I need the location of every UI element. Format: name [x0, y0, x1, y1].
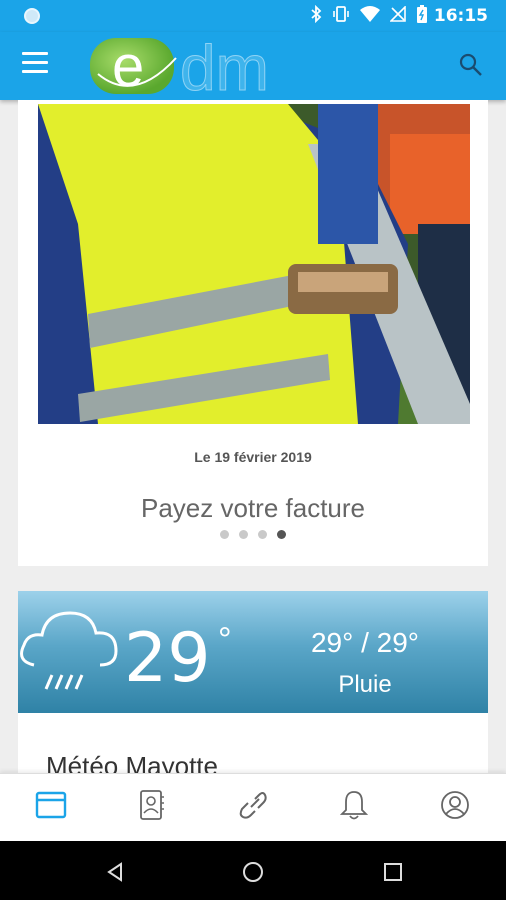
content-scroll[interactable]: Le 19 février 2019 Payez votre facture 2…: [0, 100, 506, 773]
bluetooth-icon: [310, 4, 322, 29]
no-signal-icon: [389, 5, 406, 28]
news-headline[interactable]: Payez votre facture: [18, 493, 488, 524]
tab-contacts[interactable]: [101, 774, 202, 841]
carousel-dot[interactable]: [220, 530, 229, 539]
bell-icon: [340, 789, 369, 826]
news-photo: [38, 104, 470, 424]
svg-text:dm: dm: [180, 34, 269, 98]
news-card[interactable]: Le 19 février 2019 Payez votre facture: [18, 100, 488, 566]
carousel-indicator: [18, 530, 488, 539]
temperature-range: 29° / 29°: [310, 627, 420, 658]
degree-symbol: °: [218, 621, 232, 659]
link-icon: [237, 789, 269, 826]
vibrate-icon: [332, 5, 350, 29]
svg-text:e: e: [112, 34, 144, 98]
wifi-icon: [360, 6, 380, 28]
recents-icon[interactable]: [382, 861, 404, 883]
app-bar: e dm: [0, 32, 506, 105]
menu-icon[interactable]: [22, 52, 48, 74]
tab-account[interactable]: [405, 774, 506, 841]
edm-logo: e dm: [88, 32, 338, 105]
battery-icon: [416, 5, 428, 29]
news-date: Le 19 février 2019: [194, 449, 312, 465]
account-icon: [440, 790, 470, 825]
bottom-navigation: [0, 773, 506, 841]
rain-cloud-icon: [20, 599, 120, 699]
back-icon[interactable]: [104, 861, 126, 883]
status-icons: [310, 4, 428, 29]
tab-notifications[interactable]: [304, 774, 405, 841]
search-icon[interactable]: [458, 52, 484, 78]
weather-section-title: Météo Mayotte: [46, 751, 218, 773]
notification-dot-icon: [24, 8, 40, 24]
carousel-dot[interactable]: [258, 530, 267, 539]
home-card-icon: [35, 791, 67, 824]
home-icon[interactable]: [242, 861, 264, 883]
tab-links[interactable]: [202, 774, 303, 841]
tab-home[interactable]: [0, 774, 101, 841]
status-bar: 16:15: [0, 0, 506, 32]
weather-condition: Pluie: [338, 671, 392, 698]
system-navigation-bar: [0, 841, 506, 900]
current-temperature: 29: [124, 619, 211, 698]
contacts-icon: [138, 789, 166, 826]
carousel-dot[interactable]: [239, 530, 248, 539]
weather-banner: 29 ° 29° / 29° Pluie: [18, 591, 488, 713]
weather-card[interactable]: 29 ° 29° / 29° Pluie Météo Mayotte: [18, 591, 488, 773]
clock: 16:15: [433, 6, 488, 26]
carousel-dot-active[interactable]: [277, 530, 286, 539]
